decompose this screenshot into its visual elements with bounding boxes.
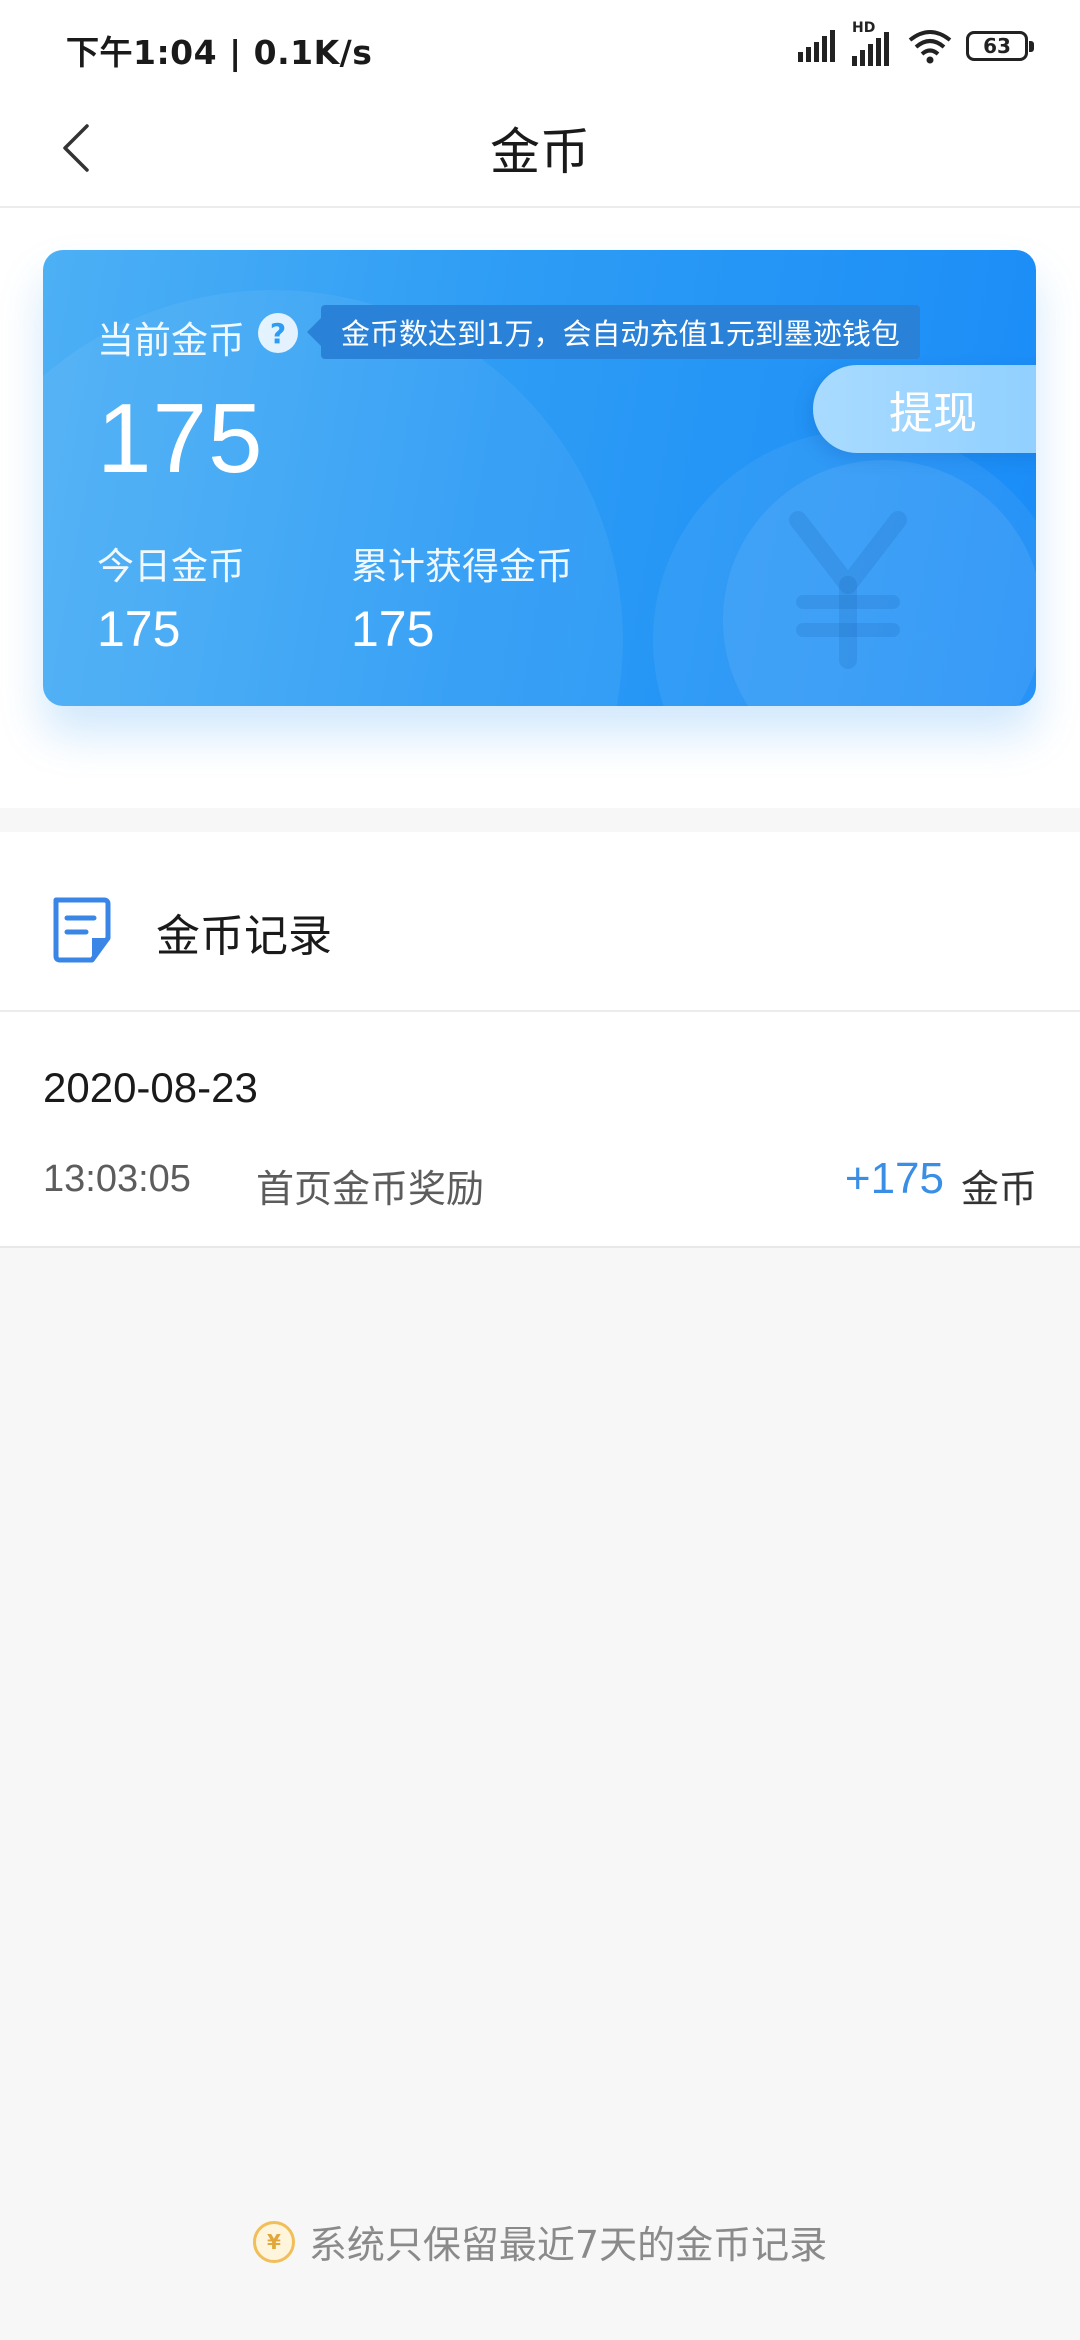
status-bar: 下午1:04 | 0.1K/s HD 63 xyxy=(0,0,1080,90)
status-time: 下午1:04 | 0.1K/s xyxy=(66,33,373,72)
wifi-icon xyxy=(908,30,952,64)
footer-note: ¥ 系统只保留最近7天的金币记录 xyxy=(0,2214,1080,2269)
help-icon[interactable]: ? xyxy=(258,313,298,353)
footer-note-text: 系统只保留最近7天的金币记录 xyxy=(308,2223,828,2267)
yen-watermark-icon xyxy=(789,511,907,669)
current-coin-value: 175 xyxy=(97,383,264,493)
today-coin-value: 175 xyxy=(97,601,181,657)
coin-tooltip: 金币数达到1万，会自动充值1元到墨迹钱包 xyxy=(307,305,920,359)
record-amount: +175 xyxy=(844,1154,944,1203)
coin-card: 当前金币 ? 金币数达到1万，会自动充值1元到墨迹钱包 175 提现 今日金币 … xyxy=(43,250,1036,706)
total-coin-label: 累计获得金币 xyxy=(351,545,573,588)
nav-bar: 金币 xyxy=(0,90,1080,208)
record-section-header: 金币记录 xyxy=(0,832,1080,1012)
document-icon xyxy=(53,897,111,963)
record-row: 13:03:05 首页金币奖励 +175 金币 xyxy=(0,1144,1080,1246)
record-description: 首页金币奖励 xyxy=(256,1167,485,1211)
page-title: 金币 xyxy=(490,123,590,181)
battery-level: 63 xyxy=(983,34,1011,58)
record-title: 金币记录 xyxy=(156,911,332,962)
current-coin-label: 当前金币 xyxy=(97,319,245,362)
withdraw-button[interactable]: 提现 xyxy=(813,365,1036,453)
coin-summary-section: 当前金币 ? 金币数达到1万，会自动充值1元到墨迹钱包 175 提现 今日金币 … xyxy=(0,208,1080,808)
hd-signal-icon: HD xyxy=(852,20,894,66)
total-coin-value: 175 xyxy=(351,601,435,657)
today-coin-label: 今日金币 xyxy=(97,545,245,588)
battery-icon: 63 xyxy=(966,31,1034,61)
record-date: 2020-08-23 xyxy=(43,1064,258,1111)
status-icons: HD 63 xyxy=(798,20,1034,66)
record-time: 13:03:05 xyxy=(43,1158,191,1200)
coin-icon: ¥ xyxy=(252,2220,295,2263)
signal-icon xyxy=(798,30,835,62)
record-list: 2020-08-23 13:03:05 首页金币奖励 +175 金币 xyxy=(0,1012,1080,1248)
record-unit: 金币 xyxy=(960,1167,1037,1211)
